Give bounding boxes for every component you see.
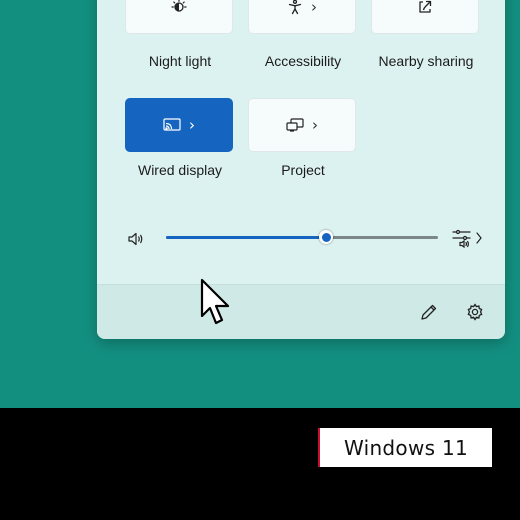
chevron-right-icon: ›: [312, 115, 318, 134]
accessibility-icon: [287, 0, 303, 15]
gear-icon: [466, 303, 484, 325]
wired-display-button[interactable]: ›: [125, 98, 233, 152]
nearby-sharing-label: Nearby sharing: [378, 53, 474, 69]
audio-mixer-button[interactable]: [452, 229, 484, 253]
chevron-right-icon: ›: [311, 0, 317, 16]
quick-settings-body: Night light › Accessibility Nearby shari…: [97, 0, 505, 284]
accessibility-button[interactable]: ›: [248, 0, 356, 34]
project-icon: [286, 118, 304, 132]
brand-label: Windows 11: [318, 428, 492, 467]
edit-quick-settings-button[interactable]: [420, 303, 438, 325]
volume-slider-thumb[interactable]: [319, 230, 334, 244]
volume-slider[interactable]: [166, 230, 438, 244]
audio-mixer-icon: [452, 229, 484, 253]
night-light-label: Night light: [148, 53, 212, 69]
cast-icon: [163, 118, 181, 132]
speaker-icon[interactable]: [128, 231, 145, 250]
share-icon: [417, 0, 433, 15]
settings-button[interactable]: [466, 303, 484, 325]
night-light-button[interactable]: [125, 0, 233, 34]
quick-settings-footer: [97, 284, 505, 339]
volume-slider-fill: [166, 236, 327, 239]
wired-display-label: Wired display: [137, 162, 223, 178]
nearby-sharing-button[interactable]: [371, 0, 479, 34]
night-light-icon: [171, 0, 187, 15]
quick-settings-panel: Night light › Accessibility Nearby shari…: [97, 0, 505, 339]
mouse-cursor-icon: [199, 278, 233, 330]
chevron-right-icon: ›: [189, 115, 195, 134]
project-label: Project: [281, 162, 325, 178]
project-button[interactable]: ›: [248, 98, 356, 152]
pencil-icon: [420, 304, 438, 325]
accessibility-label: Accessibility: [264, 53, 342, 69]
